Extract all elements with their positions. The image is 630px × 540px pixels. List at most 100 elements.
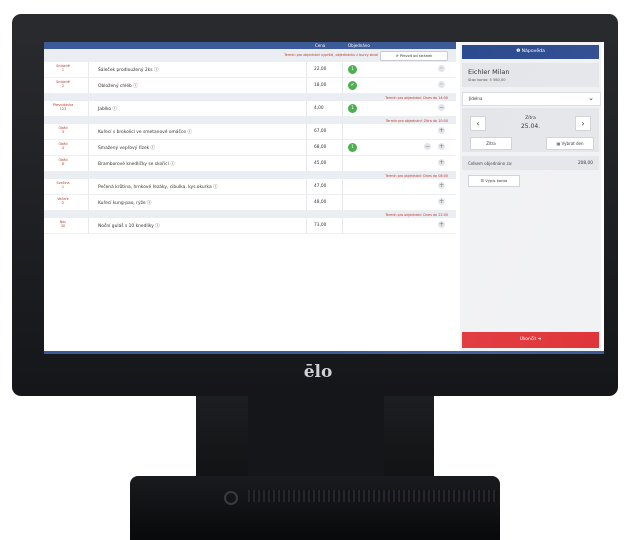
table-row: Noc 30 Noční guláš s 10 knedlíky ⓘ 73,00 …	[44, 218, 456, 234]
info-icon: ⓘ	[213, 185, 218, 190]
meal-price: 45,00	[314, 161, 327, 166]
chevron-down-icon: ⌄	[588, 94, 594, 102]
total-label: Celkem objednáno za:	[468, 161, 513, 166]
minus-button[interactable]: −	[424, 143, 431, 150]
row-number: 1	[61, 185, 65, 190]
plus-button[interactable]: +	[438, 143, 445, 150]
pick-day-button[interactable]: ▦ Vybrat den	[546, 137, 594, 150]
deadline-text: Termín pro objednání: Dnes do 14:00	[385, 95, 448, 100]
move-order-button[interactable]: ⟳ Převzít od stránek	[380, 51, 448, 61]
status-icon: ◦	[438, 81, 445, 88]
refresh-icon: ⟳	[395, 54, 399, 58]
sidebar: ❶ Nápověda Eichler Milan Stav konta: 5 5…	[460, 42, 601, 351]
brand-logo: ēlo	[303, 362, 333, 382]
ordered-count-badge: 1	[348, 103, 357, 113]
deadline-text: Termín pro objednání: Zítra do 10:00	[385, 118, 448, 123]
account-statement-button[interactable]: ☰ Výpis konta	[468, 175, 520, 187]
meal-name[interactable]: Smažený vepřový řízek ⓘ	[98, 145, 155, 151]
row-number: 4	[61, 146, 65, 151]
customer-card: Eichler Milan Stav konta: 5 560,00	[462, 63, 599, 87]
row-number: 2	[61, 201, 65, 206]
power-button-icon[interactable]	[224, 491, 238, 505]
row-number: 2	[61, 84, 65, 89]
table-row: Oběd 3 Kuřecí s brokolicí ve smetanové om…	[44, 124, 456, 140]
order-total: Celkem objednáno za: 208,00	[462, 156, 599, 170]
logout-button[interactable]: Ukončit ➔	[462, 332, 599, 348]
table-row: Oběd 8 Bramborové knedlíčky se skořicí ⓘ …	[44, 156, 456, 172]
table-row: Oběd 4 Smažený vepřový řízek ⓘ 68,00 1 − …	[44, 140, 456, 156]
ordered-count-badge: 1	[348, 142, 357, 152]
deadline-text: Termín pro objednání vypršel, objednávku…	[284, 53, 378, 57]
info-icon: ⓘ	[187, 130, 192, 135]
meal-name[interactable]: Obložený chléb ⓘ	[98, 83, 138, 89]
day-navigator: ‹ Zítra 25.04. › Zítra ▦ Vybrat den	[462, 108, 599, 152]
info-icon: ⓘ	[147, 201, 152, 206]
meal-price: 22,00	[314, 67, 327, 72]
tomorrow-button[interactable]: Zítra	[470, 137, 512, 150]
row-number: 8	[61, 162, 65, 167]
section-deadline-bar: Termín pro objednání: Zítra do 10:00	[44, 117, 456, 124]
speaker-grill	[248, 490, 498, 502]
minus-button[interactable]: −	[438, 104, 445, 111]
plus-button[interactable]: +	[438, 159, 445, 166]
table-row: Snídaně 1 Šáleček prodloužený 2ks ⓘ 22,00…	[44, 62, 456, 78]
meal-name[interactable]: Kuřecí kung-pao, rýže ⓘ	[98, 200, 151, 206]
section-deadline-bar: Termín pro objednání: Dnes do 22:00	[44, 211, 456, 218]
row-number: 30	[60, 224, 66, 229]
table-row: Večeře 2 Kuřecí kung-pao, rýže ⓘ 48,00 +	[44, 195, 456, 211]
section-deadline-bar: Termín pro objednání: Dnes do 14:00	[44, 94, 456, 101]
info-icon: ⓘ	[112, 107, 117, 112]
status-icon: ◦	[438, 65, 445, 72]
calendar-icon: ▦	[556, 141, 561, 146]
menu-table: Cena Objednáno Termín pro objednání vypr…	[44, 42, 456, 351]
help-button[interactable]: ❶ Nápověda	[462, 45, 599, 59]
deadline-text: Termín pro objednání: Dnes do 22:00	[385, 212, 448, 217]
account-balance: Stav konta: 5 560,00	[468, 78, 506, 82]
plus-button[interactable]: +	[438, 221, 445, 228]
plus-button[interactable]: +	[438, 198, 445, 205]
info-icon: ⓘ	[133, 84, 138, 89]
select-value: Jídelna	[469, 96, 483, 101]
customer-name: Eichler Milan	[468, 68, 510, 76]
section-deadline-bar: Termín pro objednání vypršel, objednávku…	[44, 49, 456, 62]
day-date: 25.04.	[520, 123, 541, 130]
deadline-text: Termín pro objednání: Dnes do 08:00	[385, 173, 448, 178]
meal-price: 73,00	[314, 223, 327, 228]
meal-name[interactable]: Bramborové knedlíčky se skořicí ⓘ	[98, 161, 175, 167]
plus-button[interactable]: +	[438, 127, 445, 134]
price-column-header: Cena	[315, 43, 326, 48]
total-value: 208,00	[577, 161, 593, 166]
row-number: 3	[61, 130, 65, 135]
table-row: Svačina 1 Pečená krůtina, hrnkové řezáky,…	[44, 179, 456, 195]
stand-recess	[248, 392, 384, 476]
meal-price: 68,00	[314, 145, 327, 150]
prev-day-button[interactable]: ‹	[470, 116, 486, 131]
meal-price: 48,00	[314, 200, 327, 205]
meal-name[interactable]: Jablko ⓘ	[98, 106, 117, 112]
meal-price: 18,00	[314, 83, 327, 88]
section-deadline-bar: Termín pro objednání: Dnes do 08:00	[44, 172, 456, 179]
info-icon: ⓘ	[153, 68, 159, 73]
table-header: Cena Objednáno	[44, 42, 456, 49]
next-day-button[interactable]: ›	[575, 116, 591, 131]
info-icon: ⓘ	[170, 162, 175, 167]
meal-price: 47,00	[314, 184, 327, 189]
table-row: Snídaně 2 Obložený chléb ⓘ 18,00 ✔ ◦	[44, 78, 456, 94]
plus-button[interactable]: +	[438, 182, 445, 189]
check-icon: ✔	[348, 80, 357, 90]
canteen-select[interactable]: Jídelna ⌄	[462, 92, 601, 106]
meal-name[interactable]: Šáleček prodloužený 2ks ⓘ	[98, 67, 158, 73]
info-icon: ⓘ	[150, 146, 155, 151]
info-icon: ⓘ	[155, 224, 160, 229]
day-label: Zítra	[525, 116, 536, 121]
row-number: 123	[59, 107, 67, 112]
ordered-count-badge: 1	[348, 64, 357, 74]
meal-price: 4,00	[314, 106, 324, 111]
table-row: Přesnídávka 123 Jablko ⓘ 4,00 1 −	[44, 101, 456, 117]
meal-name[interactable]: Pečená krůtina, hrnkové řezáky, cibulka,…	[98, 184, 217, 190]
meal-name[interactable]: Kuřecí s brokolicí ve smetanové omáčce ⓘ	[98, 129, 192, 135]
screen: Cena Objednáno Termín pro objednání vypr…	[44, 42, 604, 354]
meal-name[interactable]: Noční guláš s 10 knedlíky ⓘ	[98, 223, 160, 229]
list-icon: ☰	[480, 178, 485, 183]
bottom-accent-bar	[44, 351, 604, 354]
